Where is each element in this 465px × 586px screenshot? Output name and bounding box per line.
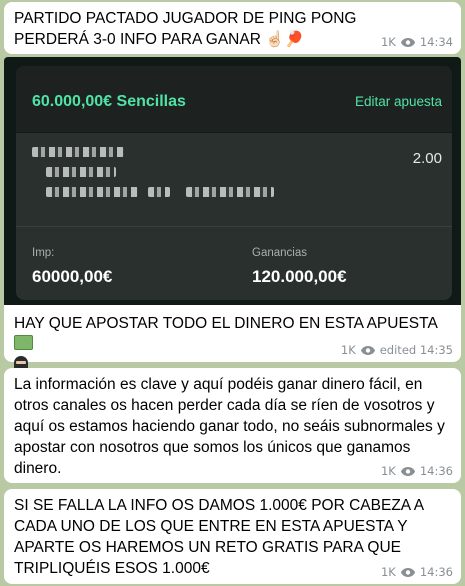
- message-meta: 1K 14:36: [381, 464, 453, 478]
- blurred-selection: [148, 187, 170, 197]
- edit-bet-link: Editar apuesta: [354, 94, 442, 109]
- view-count: 1K: [380, 464, 396, 478]
- message-caption-line: HAY QUE APOSTAR TODO EL DINERO EN ESTA A…: [4, 305, 461, 376]
- message-meta: 1K 14:34: [381, 35, 453, 49]
- chat-view: { "messages": [ { "text": "PARTIDO PACTA…: [0, 0, 465, 586]
- message-bubble-3[interactable]: La información es clave y aquí podéis ga…: [4, 368, 461, 483]
- message-text: HAY QUE APOSTAR TODO EL DINERO EN ESTA A…: [14, 315, 437, 332]
- bet-slip-title: 60.000,00€ Sencillas: [32, 93, 186, 110]
- message-meta: 1K edited 14:35: [341, 343, 453, 357]
- winnings-value: 120.000,00€: [252, 267, 347, 286]
- bet-slip-header: 60.000,00€ Sencillas Editar apuesta: [16, 66, 452, 133]
- blurred-selection: [32, 147, 124, 157]
- eye-icon: [400, 567, 415, 577]
- message-text: PARTIDO PACTADO JUGADOR DE PING PONG PER…: [14, 10, 357, 48]
- message-text: La información es clave y aquí podéis ga…: [14, 376, 445, 477]
- message-bubble-2[interactable]: HAY QUE APOSTAR TODO EL DINERO EN ESTA A…: [4, 305, 461, 372]
- bet-slip-photo[interactable]: 60.000,00€ Sencillas Editar apuesta 2.00…: [4, 57, 461, 305]
- view-count: 1K: [340, 343, 356, 357]
- blurred-selection: [46, 187, 138, 197]
- eye-icon: [360, 345, 375, 355]
- stake-label: Imp:: [32, 247, 55, 259]
- message-bubble-1[interactable]: PARTIDO PACTADO JUGADOR DE PING PONG PER…: [4, 2, 461, 54]
- eye-icon: [400, 37, 415, 47]
- message-meta: 1K 14:36: [381, 565, 453, 579]
- blurred-selection: [186, 187, 274, 197]
- view-count: 1K: [380, 565, 396, 579]
- view-count: 1K: [380, 35, 396, 49]
- bet-slip-card: 60.000,00€ Sencillas Editar apuesta 2.00…: [16, 66, 452, 300]
- stake-value: 60000,00€: [32, 267, 113, 286]
- blurred-selection: [46, 167, 116, 177]
- message-time: 14:36: [419, 565, 453, 579]
- money-bag-icon: [14, 335, 33, 350]
- message-bubble-4[interactable]: SI SE FALLA LA INFO OS DAMOS 1.000€ POR …: [4, 489, 461, 584]
- card-divider: [16, 226, 452, 227]
- message-time: 14:34: [419, 35, 453, 49]
- bet-odds: 2.00: [412, 150, 442, 167]
- winnings-label: Ganancias: [252, 247, 307, 259]
- message-time: edited 14:35: [379, 343, 453, 357]
- message-time: 14:36: [419, 464, 453, 478]
- eye-icon: [400, 466, 415, 476]
